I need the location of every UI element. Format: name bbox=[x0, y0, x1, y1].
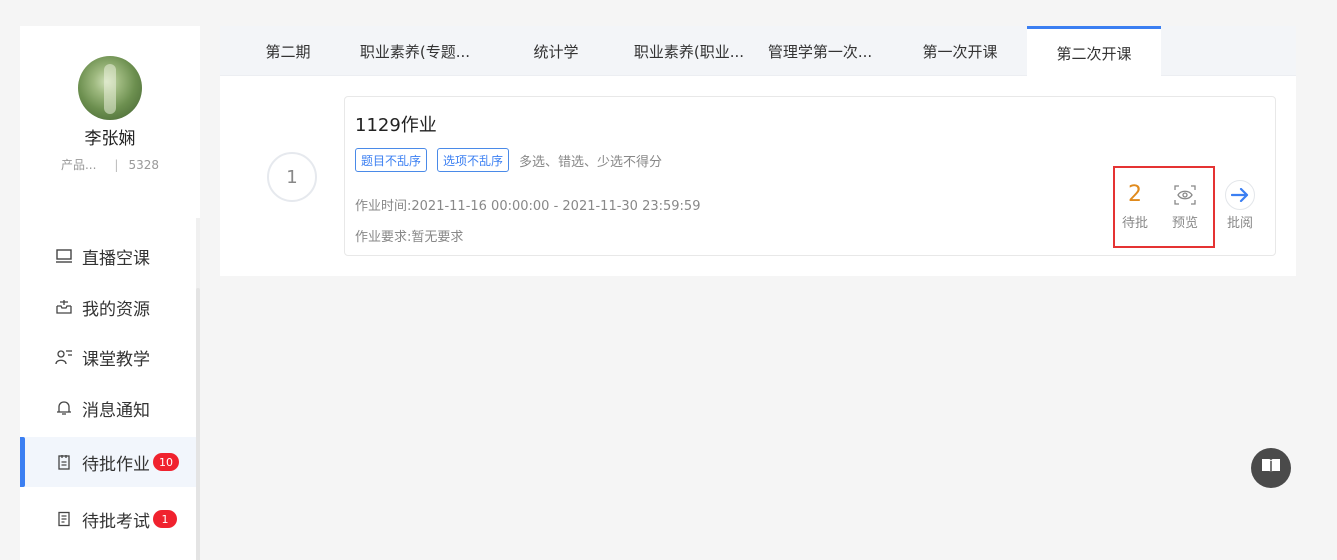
sidebar-item-classroom[interactable]: 课堂教学 bbox=[20, 332, 196, 382]
sidebar-item-pending-exams[interactable]: 待批考试 1 bbox=[20, 494, 196, 544]
review-button[interactable]: 批阅 bbox=[1220, 180, 1260, 231]
arrow-right-icon bbox=[1225, 180, 1255, 210]
assignment-index: 1 bbox=[267, 152, 317, 202]
main-panel: 第二期 职业素养(专题... 统计学 职业素养(职业... 管理学第一次... … bbox=[220, 26, 1296, 276]
tab-course-active[interactable]: 第二次开课 bbox=[1027, 26, 1161, 77]
tab-course[interactable]: 第二期 bbox=[242, 26, 334, 76]
sidebar: 李张娴 产品... | 5328 直播空课 我的资源 课堂教学 消息通知 待批作… bbox=[20, 26, 200, 560]
review-label: 批阅 bbox=[1226, 216, 1253, 231]
homework-count-badge: 10 bbox=[153, 453, 179, 471]
tag-question-order: 题目不乱序 bbox=[355, 148, 428, 172]
sidebar-item-label: 课堂教学 bbox=[82, 349, 150, 370]
tag-option-order: 选项不乱序 bbox=[437, 148, 510, 172]
preview-button[interactable]: 预览 bbox=[1165, 181, 1205, 231]
preview-label: 预览 bbox=[1171, 216, 1198, 231]
sidebar-scrollbar-thumb[interactable] bbox=[196, 288, 200, 560]
inbox-icon bbox=[54, 299, 74, 315]
meta-separator: | bbox=[114, 157, 119, 172]
assignment-tags: 题目不乱序 选项不乱序 多选、错选、少选不得分 bbox=[355, 148, 662, 172]
user-role: 产品... bbox=[60, 158, 97, 172]
eye-icon bbox=[1174, 181, 1196, 209]
tab-course[interactable]: 职业素养(专题... bbox=[350, 26, 480, 76]
user-id: 5328 bbox=[128, 157, 160, 172]
sidebar-item-my-resources[interactable]: 我的资源 bbox=[20, 282, 196, 332]
sidebar-item-pending-homework[interactable]: 待批作业 10 bbox=[20, 437, 196, 487]
assignment-title: 1129作业 bbox=[355, 115, 437, 136]
pending-count: 2 bbox=[1128, 182, 1142, 207]
sidebar-item-notifications[interactable]: 消息通知 bbox=[20, 383, 196, 433]
avatar[interactable] bbox=[78, 56, 142, 120]
course-tabs: 第二期 职业素养(专题... 统计学 职业素养(职业... 管理学第一次... … bbox=[220, 26, 1296, 77]
sidebar-item-label: 直播空课 bbox=[82, 248, 150, 269]
pending-count-button[interactable]: 2 待批 bbox=[1115, 181, 1155, 231]
book-icon bbox=[1260, 456, 1282, 480]
user-name: 李张娴 bbox=[84, 129, 136, 149]
tab-course[interactable]: 职业素养(职业... bbox=[620, 26, 758, 76]
exam-count-badge: 1 bbox=[153, 510, 177, 528]
arrow-circle bbox=[1225, 180, 1255, 210]
floating-help-button[interactable] bbox=[1251, 448, 1291, 488]
user-meta: 产品... | 5328 bbox=[20, 156, 200, 173]
pending-label: 待批 bbox=[1121, 216, 1148, 231]
teacher-icon bbox=[54, 349, 74, 365]
sidebar-item-label: 待批作业 bbox=[82, 454, 150, 475]
assignment-requirement: 作业要求:暂无要求 bbox=[355, 230, 464, 245]
assignment-time: 作业时间:2021-11-16 00:00:00 - 2021-11-30 23… bbox=[355, 199, 701, 214]
tab-course[interactable]: 第一次开课 bbox=[904, 26, 1016, 76]
tab-course[interactable]: 管理学第一次... bbox=[758, 26, 882, 76]
exam-icon bbox=[54, 511, 74, 527]
sidebar-item-label: 待批考试 bbox=[82, 511, 150, 532]
sidebar-item-label: 消息通知 bbox=[82, 400, 150, 421]
bell-icon bbox=[54, 400, 74, 416]
notepad-icon bbox=[54, 454, 74, 470]
monitor-icon bbox=[54, 248, 74, 264]
scoring-rule: 多选、错选、少选不得分 bbox=[519, 154, 663, 170]
sidebar-item-label: 我的资源 bbox=[82, 299, 150, 320]
tab-course[interactable]: 统计学 bbox=[510, 26, 602, 76]
sidebar-item-live-course[interactable]: 直播空课 bbox=[20, 231, 196, 281]
